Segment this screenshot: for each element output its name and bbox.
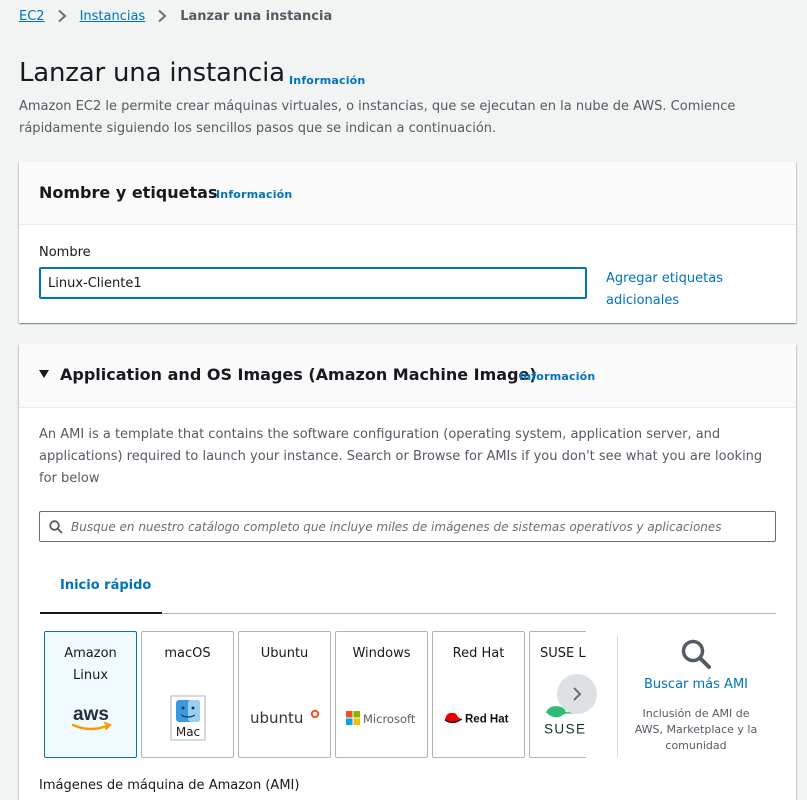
- page-description: Amazon EC2 le permite crear máquinas vir…: [19, 99, 736, 136]
- chevron-right-icon: [57, 9, 67, 23]
- chevron-right-icon: [158, 9, 167, 23]
- name-input[interactable]: [39, 267, 587, 299]
- ami-card-red-hat[interactable]: Red Hat Red Hat: [432, 631, 525, 758]
- ami-subheading: Imágenes de máquina de Amazon (AMI): [39, 778, 300, 793]
- ami-card-macos[interactable]: macOS Mac: [141, 631, 234, 758]
- svg-text:Red Hat: Red Hat: [465, 714, 509, 726]
- browse-more-amis-link[interactable]: Buscar más AMI: [619, 677, 773, 692]
- name-tags-panel: Nombre y etiquetas Información Nombre Ag…: [19, 162, 796, 323]
- ami-card-amazon-linux[interactable]: Amazon Linux aws: [44, 631, 137, 758]
- svg-text:Microsoft: Microsoft: [363, 712, 416, 726]
- ami-description: An AMI is a template that contains the s…: [39, 427, 763, 486]
- chevron-right-icon: [573, 687, 582, 701]
- ami-card-label: Red Hat: [452, 646, 505, 661]
- ami-card-ubuntu[interactable]: Ubuntu ubuntu: [238, 631, 331, 758]
- breadcrumb-instances-link[interactable]: Instancias: [80, 9, 146, 24]
- ami-panel: Application and OS Images (Amazon Machin…: [19, 344, 796, 800]
- caret-down-icon[interactable]: [39, 370, 49, 378]
- add-tags-link[interactable]: Agregar etiquetas adicionales: [606, 268, 756, 312]
- divider: [617, 636, 618, 758]
- ami-info-link[interactable]: Información: [519, 370, 595, 383]
- ami-card-list: Amazon Linux aws macOS Mac Ubuntu ubuntu…: [44, 631, 586, 758]
- ami-card-label: Windows: [352, 646, 411, 661]
- ami-title[interactable]: Application and OS Images (Amazon Machin…: [60, 365, 537, 384]
- mac-logo-icon: Mac: [142, 694, 233, 742]
- page-title: Lanzar una instancia: [19, 58, 285, 88]
- svg-text:aws: aws: [73, 704, 109, 725]
- redhat-logo-icon: Red Hat: [433, 694, 524, 742]
- ami-card-label: SUSE Linux: [540, 646, 586, 661]
- tab-quick-start-label: Inicio rápido: [60, 578, 152, 593]
- carousel-next-button[interactable]: [557, 674, 597, 714]
- name-tags-title: Nombre y etiquetas: [39, 183, 218, 202]
- ami-tabs: Inicio rápido: [40, 556, 776, 614]
- ami-search-box[interactable]: [39, 511, 776, 542]
- ami-card-label: Amazon Linux: [64, 646, 117, 683]
- search-icon: [49, 520, 63, 534]
- ami-card-windows[interactable]: Windows Microsoft: [335, 631, 428, 758]
- search-icon: [681, 639, 711, 669]
- ami-card-label: Ubuntu: [260, 646, 309, 661]
- microsoft-logo-icon: Microsoft: [336, 694, 427, 742]
- ami-search-input[interactable]: [71, 512, 771, 541]
- breadcrumb: EC2 Instancias Lanzar una instancia: [19, 7, 332, 25]
- svg-text:Mac: Mac: [175, 725, 199, 739]
- name-tags-info-link[interactable]: Información: [216, 188, 292, 201]
- breadcrumb-ec2-link[interactable]: EC2: [19, 9, 45, 24]
- tab-quick-start[interactable]: Inicio rápido: [40, 556, 162, 614]
- browse-description: Inclusión de AMI de AWS, Marketplace y l…: [634, 707, 758, 752]
- ami-card-label: macOS: [164, 646, 211, 661]
- name-field-label: Nombre: [39, 245, 91, 260]
- svg-text:ubuntu: ubuntu: [250, 709, 303, 727]
- page-info-link[interactable]: Información: [289, 74, 365, 87]
- svg-text:SUSE: SUSE: [544, 721, 586, 736]
- breadcrumb-current: Lanzar una instancia: [180, 8, 333, 24]
- ubuntu-logo-icon: ubuntu: [239, 694, 330, 742]
- aws-logo-icon: aws: [45, 694, 136, 742]
